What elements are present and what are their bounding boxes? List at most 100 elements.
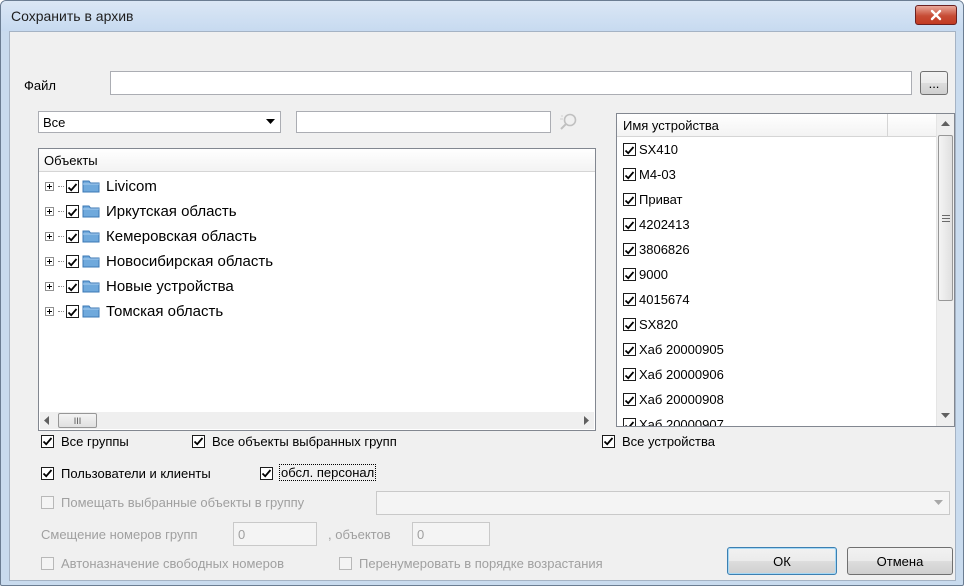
checkbox[interactable] <box>66 179 79 193</box>
check-icon <box>624 346 635 355</box>
checkbox[interactable] <box>66 279 79 293</box>
device-name: SX410 <box>639 142 679 157</box>
all-groups-label[interactable]: Все группы <box>61 434 129 449</box>
auto-assign-checkbox[interactable] <box>41 557 54 570</box>
dropdown-arrow[interactable] <box>262 113 279 131</box>
scroll-thumb[interactable] <box>938 135 953 301</box>
device-row[interactable]: Приват <box>623 187 683 212</box>
all-devices-checkbox[interactable] <box>602 435 615 448</box>
tree-item[interactable]: Новые устройства <box>45 274 234 298</box>
device-row[interactable]: Хаб 20000905 <box>623 337 724 362</box>
expand-icon[interactable] <box>45 306 54 316</box>
device-row[interactable]: 4202413 <box>623 212 690 237</box>
scroll-up-icon[interactable] <box>941 121 950 126</box>
all-objects-checkbox[interactable] <box>192 435 205 448</box>
dropdown-arrow[interactable] <box>930 494 947 512</box>
device-row[interactable]: 4015674 <box>623 287 690 312</box>
close-button[interactable] <box>915 5 957 25</box>
device-row[interactable]: Хаб 20000908 <box>623 387 724 412</box>
device-row[interactable]: M4-03 <box>623 162 676 187</box>
title-bar[interactable]: Сохранить в архив <box>1 1 963 31</box>
device-list-header[interactable]: Имя устройства <box>617 114 937 137</box>
browse-button[interactable]: ... <box>920 71 948 95</box>
expand-icon[interactable] <box>45 231 54 241</box>
tree-item[interactable]: Кемеровская область <box>45 224 257 248</box>
offset-objects-input[interactable]: 0 <box>412 522 490 546</box>
expand-icon[interactable] <box>45 206 54 216</box>
search-icon[interactable] <box>558 112 580 132</box>
expand-icon[interactable] <box>45 256 54 266</box>
group-filter-select[interactable]: Все <box>38 111 281 133</box>
folder-icon <box>82 280 100 293</box>
checkbox[interactable] <box>623 368 636 381</box>
checkbox[interactable] <box>66 304 79 318</box>
scroll-down-icon[interactable] <box>941 413 950 418</box>
expand-icon[interactable] <box>45 181 54 191</box>
tree-item[interactable]: Livicom <box>45 174 157 198</box>
scroll-left-icon[interactable] <box>44 416 50 425</box>
renumber-checkbox[interactable] <box>339 557 352 570</box>
all-groups-checkbox[interactable] <box>41 435 54 448</box>
check-icon <box>603 437 614 446</box>
check-icon <box>67 232 78 242</box>
expand-icon[interactable] <box>45 281 54 291</box>
device-name: SX820 <box>639 317 679 332</box>
device-name: M4-03 <box>639 167 676 182</box>
device-row[interactable]: Хаб 20000907 <box>623 412 724 426</box>
cancel-button[interactable]: Отмена <box>847 547 953 575</box>
scroll-thumb[interactable]: III <box>58 413 97 428</box>
file-path-input[interactable] <box>110 71 912 95</box>
service-staff-checkbox[interactable] <box>260 467 273 480</box>
device-name: Хаб 20000906 <box>639 367 724 382</box>
checkbox[interactable] <box>623 243 636 256</box>
check-icon <box>624 221 635 230</box>
checkbox[interactable] <box>623 218 636 231</box>
offset-groups-input[interactable]: 0 <box>233 522 317 546</box>
device-row[interactable]: Хаб 20000906 <box>623 362 724 387</box>
place-in-group-checkbox[interactable] <box>41 496 54 509</box>
device-name: Приват <box>639 192 683 207</box>
horizontal-scrollbar[interactable]: III <box>40 412 594 429</box>
all-devices-label[interactable]: Все устройства <box>622 434 715 449</box>
tree-item[interactable]: Иркутская область <box>45 199 237 223</box>
device-list[interactable]: Имя устройства SX410 M4-03 Приват 4202413 38… <box>616 113 955 427</box>
objects-tree[interactable]: Объекты Livicom Иркутская область Кемеро… <box>38 148 596 431</box>
checkbox[interactable] <box>623 343 636 356</box>
checkbox[interactable] <box>623 168 636 181</box>
all-objects-label[interactable]: Все объекты выбранных групп <box>212 434 397 449</box>
checkbox[interactable] <box>623 193 636 206</box>
device-row[interactable]: SX820 <box>623 312 678 337</box>
tree-item[interactable]: Томская область <box>45 299 223 323</box>
window-title: Сохранить в архив <box>11 8 134 24</box>
offset-objects-value: 0 <box>417 527 425 542</box>
device-row[interactable]: 9000 <box>623 262 668 287</box>
device-header-label: Имя устройства <box>623 118 719 133</box>
users-clients-checkbox[interactable] <box>41 467 54 480</box>
users-clients-label[interactable]: Пользователи и клиенты <box>61 466 211 481</box>
checkbox[interactable] <box>623 293 636 306</box>
device-row[interactable]: SX410 <box>623 137 678 162</box>
target-group-select[interactable] <box>376 491 950 515</box>
checkbox[interactable] <box>623 143 636 156</box>
folder-icon <box>82 180 100 193</box>
checkbox[interactable] <box>623 393 636 406</box>
checkbox[interactable] <box>623 318 636 331</box>
checkbox[interactable] <box>66 204 79 218</box>
objects-tree-header[interactable]: Объекты <box>39 149 595 172</box>
vertical-scrollbar[interactable] <box>936 114 954 426</box>
tree-item[interactable]: Новосибирская область <box>45 249 273 273</box>
search-input[interactable] <box>296 111 551 133</box>
tree-item-label: Livicom <box>106 177 157 195</box>
checkbox[interactable] <box>623 268 636 281</box>
device-row[interactable]: 3806826 <box>623 237 690 262</box>
checkbox[interactable] <box>66 229 79 243</box>
scroll-right-icon[interactable] <box>584 416 590 425</box>
check-icon <box>624 371 635 380</box>
checkbox[interactable] <box>623 418 636 426</box>
device-name: 9000 <box>639 267 668 282</box>
ok-button[interactable]: ОК <box>727 547 837 575</box>
check-icon <box>67 257 78 267</box>
service-staff-label[interactable]: обсл. персонал <box>278 464 377 481</box>
file-label: Файл <box>24 78 56 93</box>
checkbox[interactable] <box>66 254 79 268</box>
